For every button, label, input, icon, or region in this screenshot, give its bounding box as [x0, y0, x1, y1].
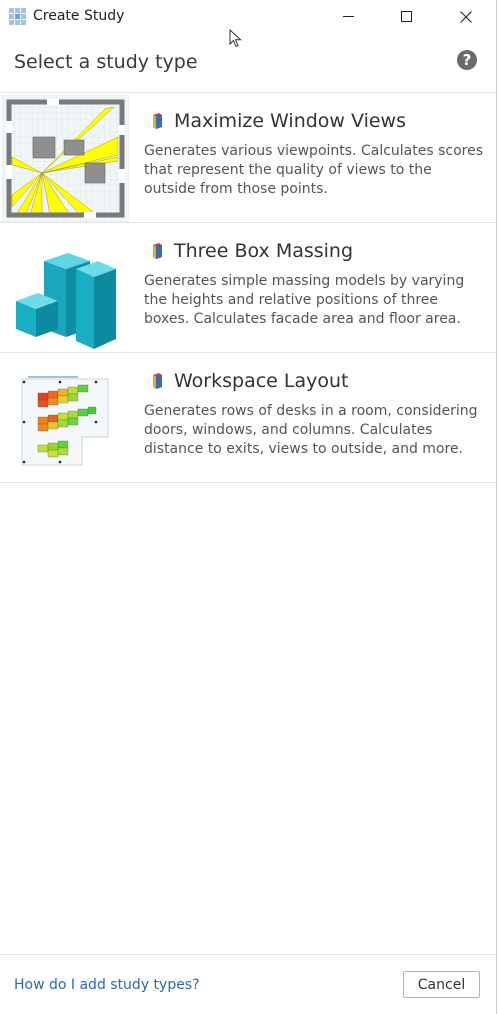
add-study-types-help-link[interactable]: How do I add study types? — [14, 977, 200, 993]
study-item-workspace-layout[interactable]: Workspace Layout Generates rows of desks… — [0, 352, 496, 483]
cancel-button[interactable]: Cancel — [403, 971, 480, 998]
close-icon — [460, 10, 472, 23]
floor-plan-viewpoints-thumbnail — [2, 95, 129, 222]
study-type-list: Maximize Window Views Generates various … — [0, 92, 496, 483]
study-description: Generates simple massing models by varyi… — [144, 273, 465, 327]
dynamo-study-icon — [153, 243, 162, 259]
maximize-icon — [401, 10, 412, 22]
help-icon[interactable]: ? — [457, 50, 477, 70]
study-title: Maximize Window Views — [174, 110, 406, 132]
study-title: Workspace Layout — [174, 370, 349, 392]
app-grid-icon — [9, 8, 26, 25]
study-description: Generates various viewpoints. Calculates… — [144, 143, 484, 197]
minimize-icon — [343, 15, 354, 17]
study-title: Three Box Massing — [174, 240, 354, 262]
footer-divider — [0, 954, 496, 955]
box-massing-thumbnail — [2, 225, 129, 352]
maximize-button[interactable] — [378, 0, 436, 33]
page-title: Select a study type — [14, 51, 198, 73]
close-button[interactable] — [437, 0, 495, 33]
dynamo-study-icon — [153, 113, 162, 129]
dynamo-study-icon — [153, 373, 162, 389]
window-title: Create Study — [33, 8, 125, 24]
study-item-maximize-window-views[interactable]: Maximize Window Views Generates various … — [0, 92, 496, 222]
title-bar[interactable]: Create Study — [0, 0, 496, 33]
mouse-cursor-icon — [229, 29, 242, 48]
minimize-button[interactable] — [320, 0, 378, 33]
create-study-dialog: Create Study Select a study type ? Maxim… — [0, 0, 497, 1014]
study-item-three-box-massing[interactable]: Three Box Massing Generates simple massi… — [0, 222, 496, 352]
study-description: Generates rows of desks in a room, consi… — [144, 403, 478, 457]
desk-layout-thumbnail — [2, 355, 129, 482]
